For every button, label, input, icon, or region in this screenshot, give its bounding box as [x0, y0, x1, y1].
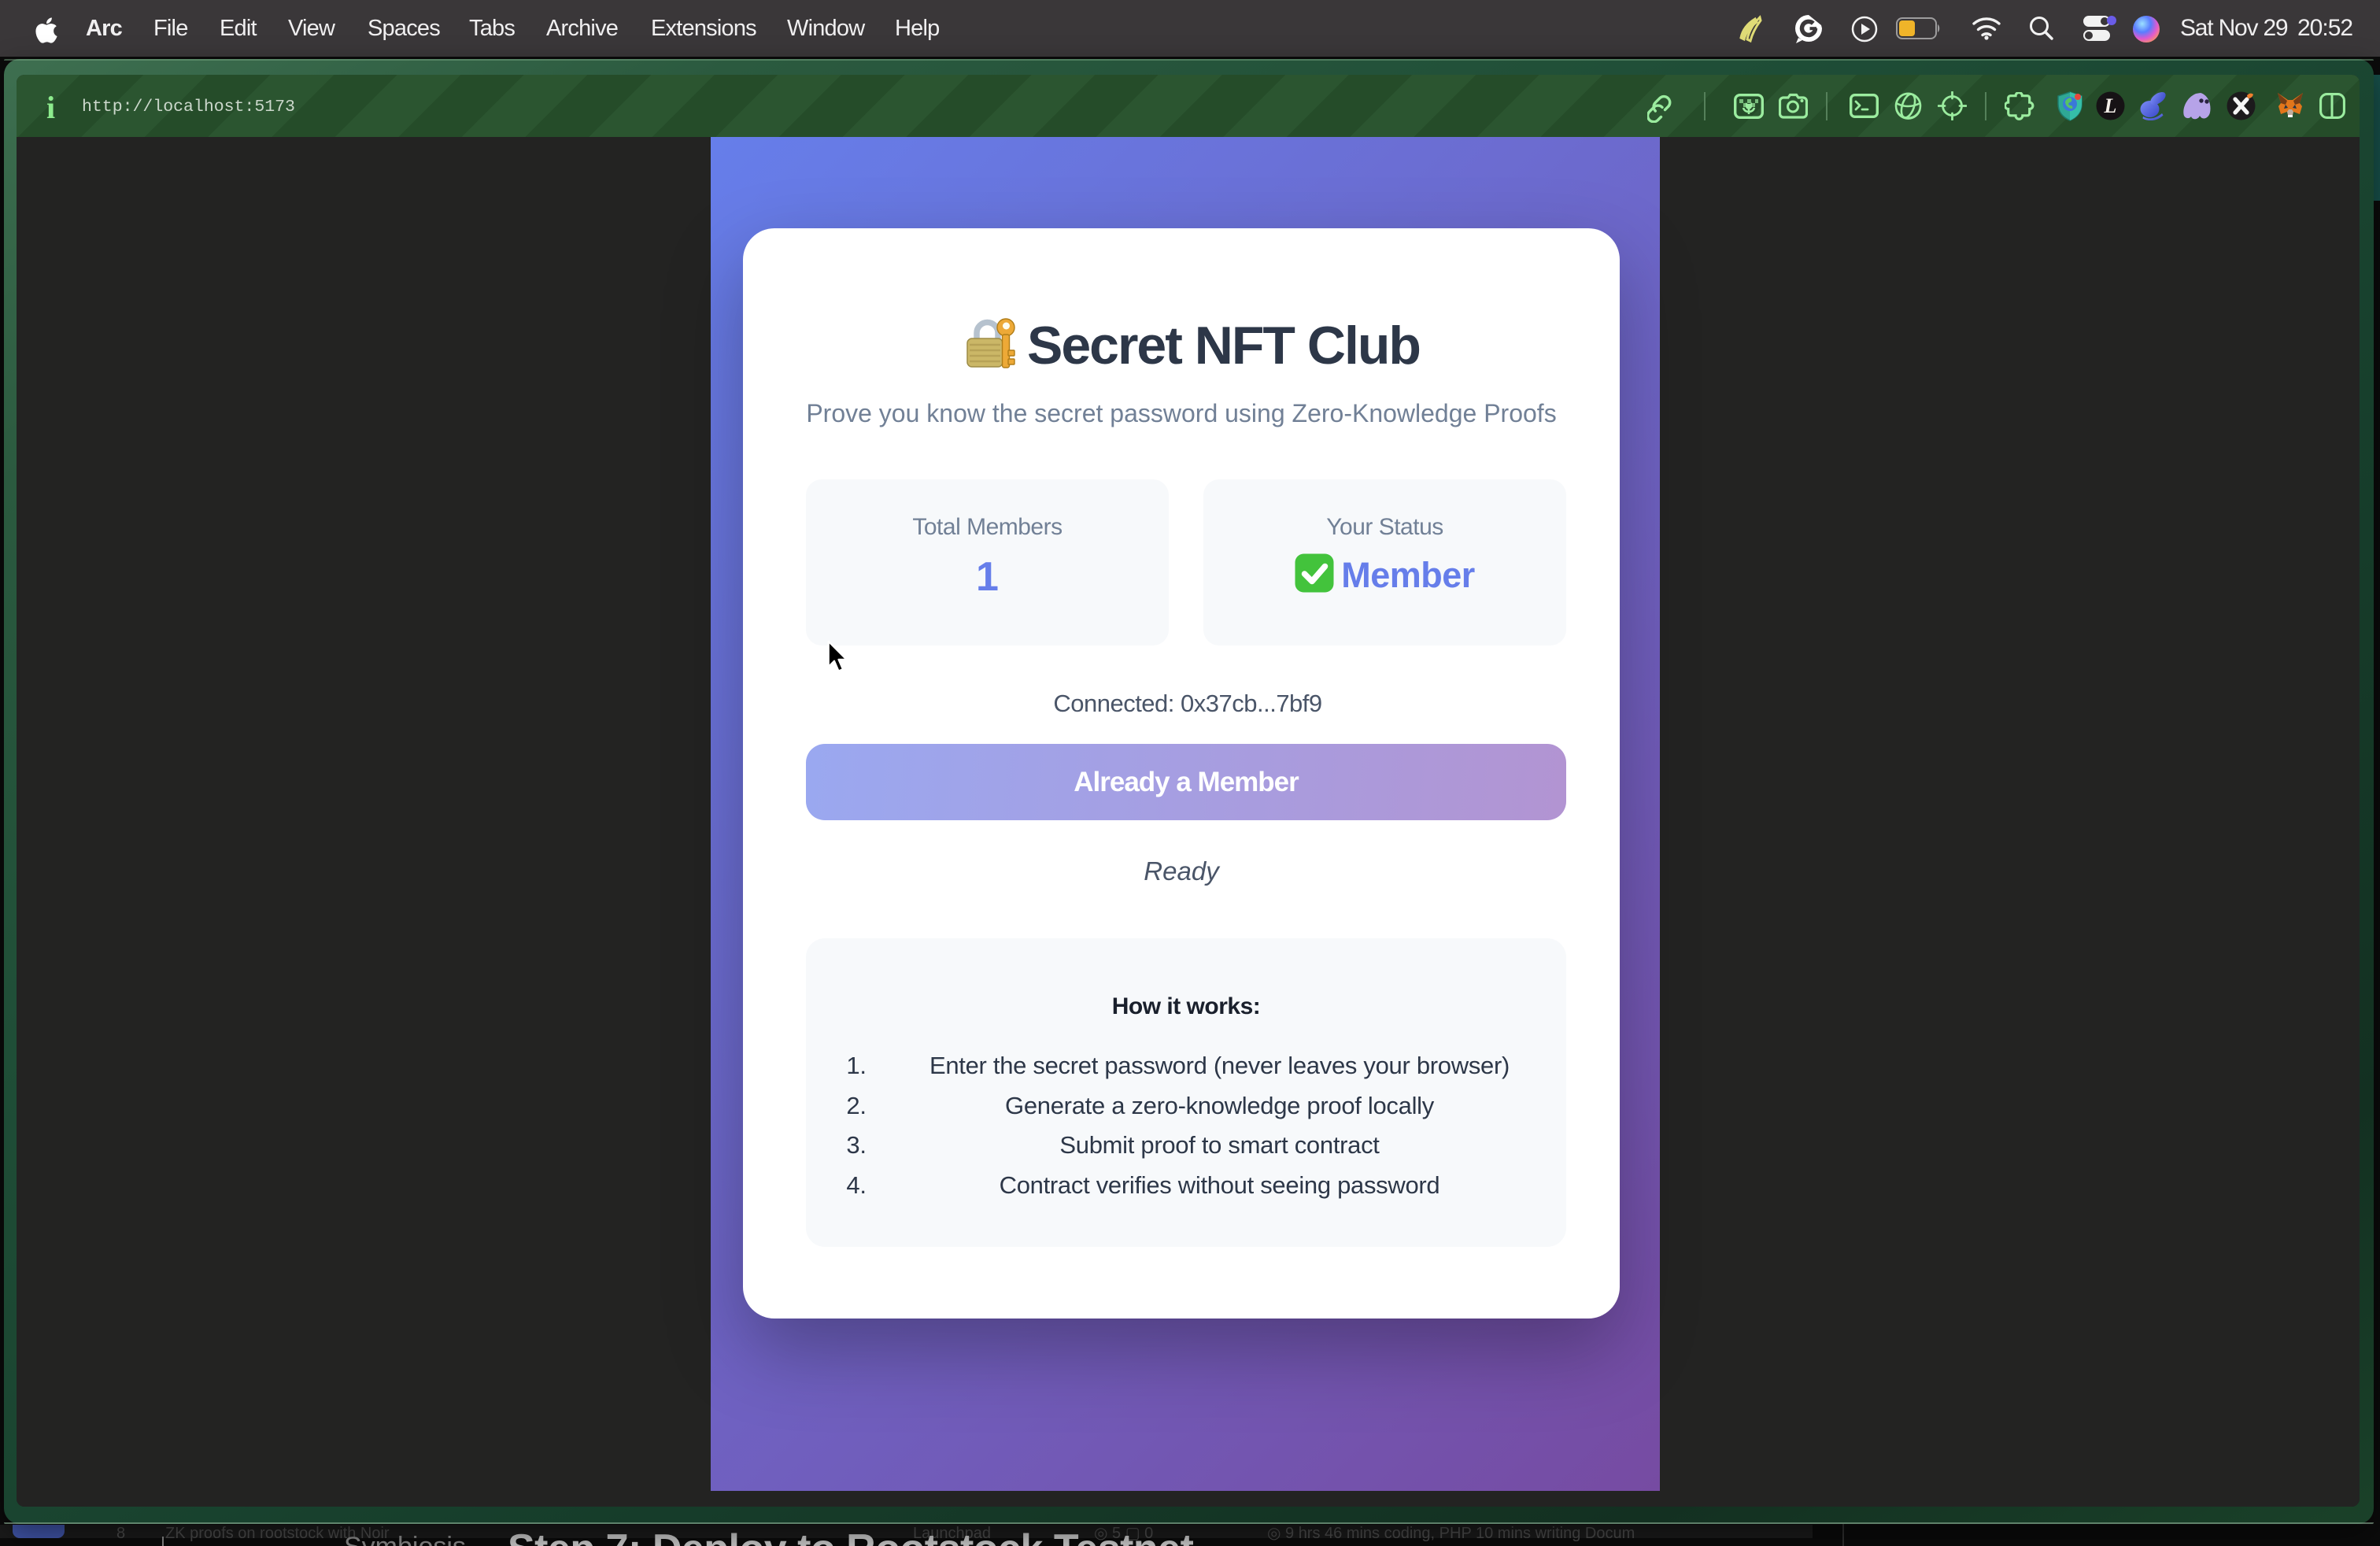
svg-text:L: L — [2104, 94, 2117, 117]
